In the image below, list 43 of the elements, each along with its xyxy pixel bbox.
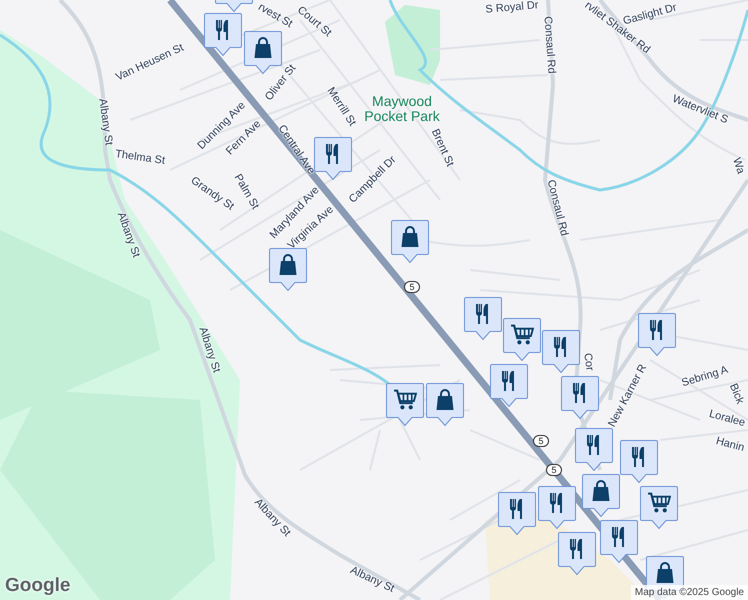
- street-label: Albany St: [96, 98, 114, 146]
- fork-and-knife-icon: [554, 337, 566, 357]
- route-shield: 5: [404, 281, 420, 293]
- street-label: S Royal Dr: [485, 0, 539, 16]
- route-shield: 5: [533, 435, 549, 447]
- route-shield: 5: [546, 464, 562, 476]
- shopping-bag-icon: [656, 563, 674, 583]
- street-label: Wa: [730, 156, 746, 176]
- park-label: Maywood Pocket Park: [363, 94, 441, 124]
- map-attribution: Map data ©2025 Google: [630, 585, 748, 600]
- street-label: Albany St: [114, 211, 142, 259]
- shopping-bag-icon: [254, 38, 272, 58]
- shopping-bag-icon: [436, 390, 454, 410]
- shopping-cart-icon: [394, 390, 416, 410]
- street-label: Sebring A: [680, 364, 730, 390]
- street-label: Loralee: [708, 408, 746, 430]
- fork-and-knife-icon: [502, 371, 514, 391]
- street-label: rvest St: [256, 2, 294, 30]
- fork-and-knife-icon: [573, 383, 585, 403]
- fork-and-knife-icon: [632, 447, 644, 467]
- fork-and-knife-icon: [612, 527, 624, 547]
- map-logo: Google: [5, 576, 70, 595]
- fork-and-knife-icon: [510, 499, 522, 519]
- street-label: Cor: [581, 352, 595, 372]
- fork-and-knife-icon: [570, 539, 582, 559]
- street-label: Bick: [727, 382, 745, 406]
- fork-and-knife-icon: [476, 304, 488, 324]
- shopping-cart-icon: [511, 326, 533, 344]
- street-label: Albany St: [196, 326, 222, 374]
- fork-and-knife-icon: [587, 435, 599, 455]
- fork-and-knife-icon: [326, 144, 338, 164]
- street-label: Thelma St: [114, 149, 166, 167]
- shopping-bag-icon: [592, 481, 610, 501]
- street-label: Consaul Rd: [544, 178, 570, 238]
- street-label: Brent St: [428, 128, 456, 168]
- fork-and-knife-icon: [650, 320, 662, 340]
- shopping-cart-icon: [648, 494, 670, 512]
- fork-and-knife-icon: [216, 20, 228, 40]
- shopping-bag-icon: [280, 255, 296, 275]
- fork-and-knife-icon: [550, 493, 562, 513]
- street-label: Hanin: [714, 436, 746, 454]
- street-label: Consaul Rd: [542, 16, 556, 74]
- shopping-bag-icon: [402, 227, 418, 247]
